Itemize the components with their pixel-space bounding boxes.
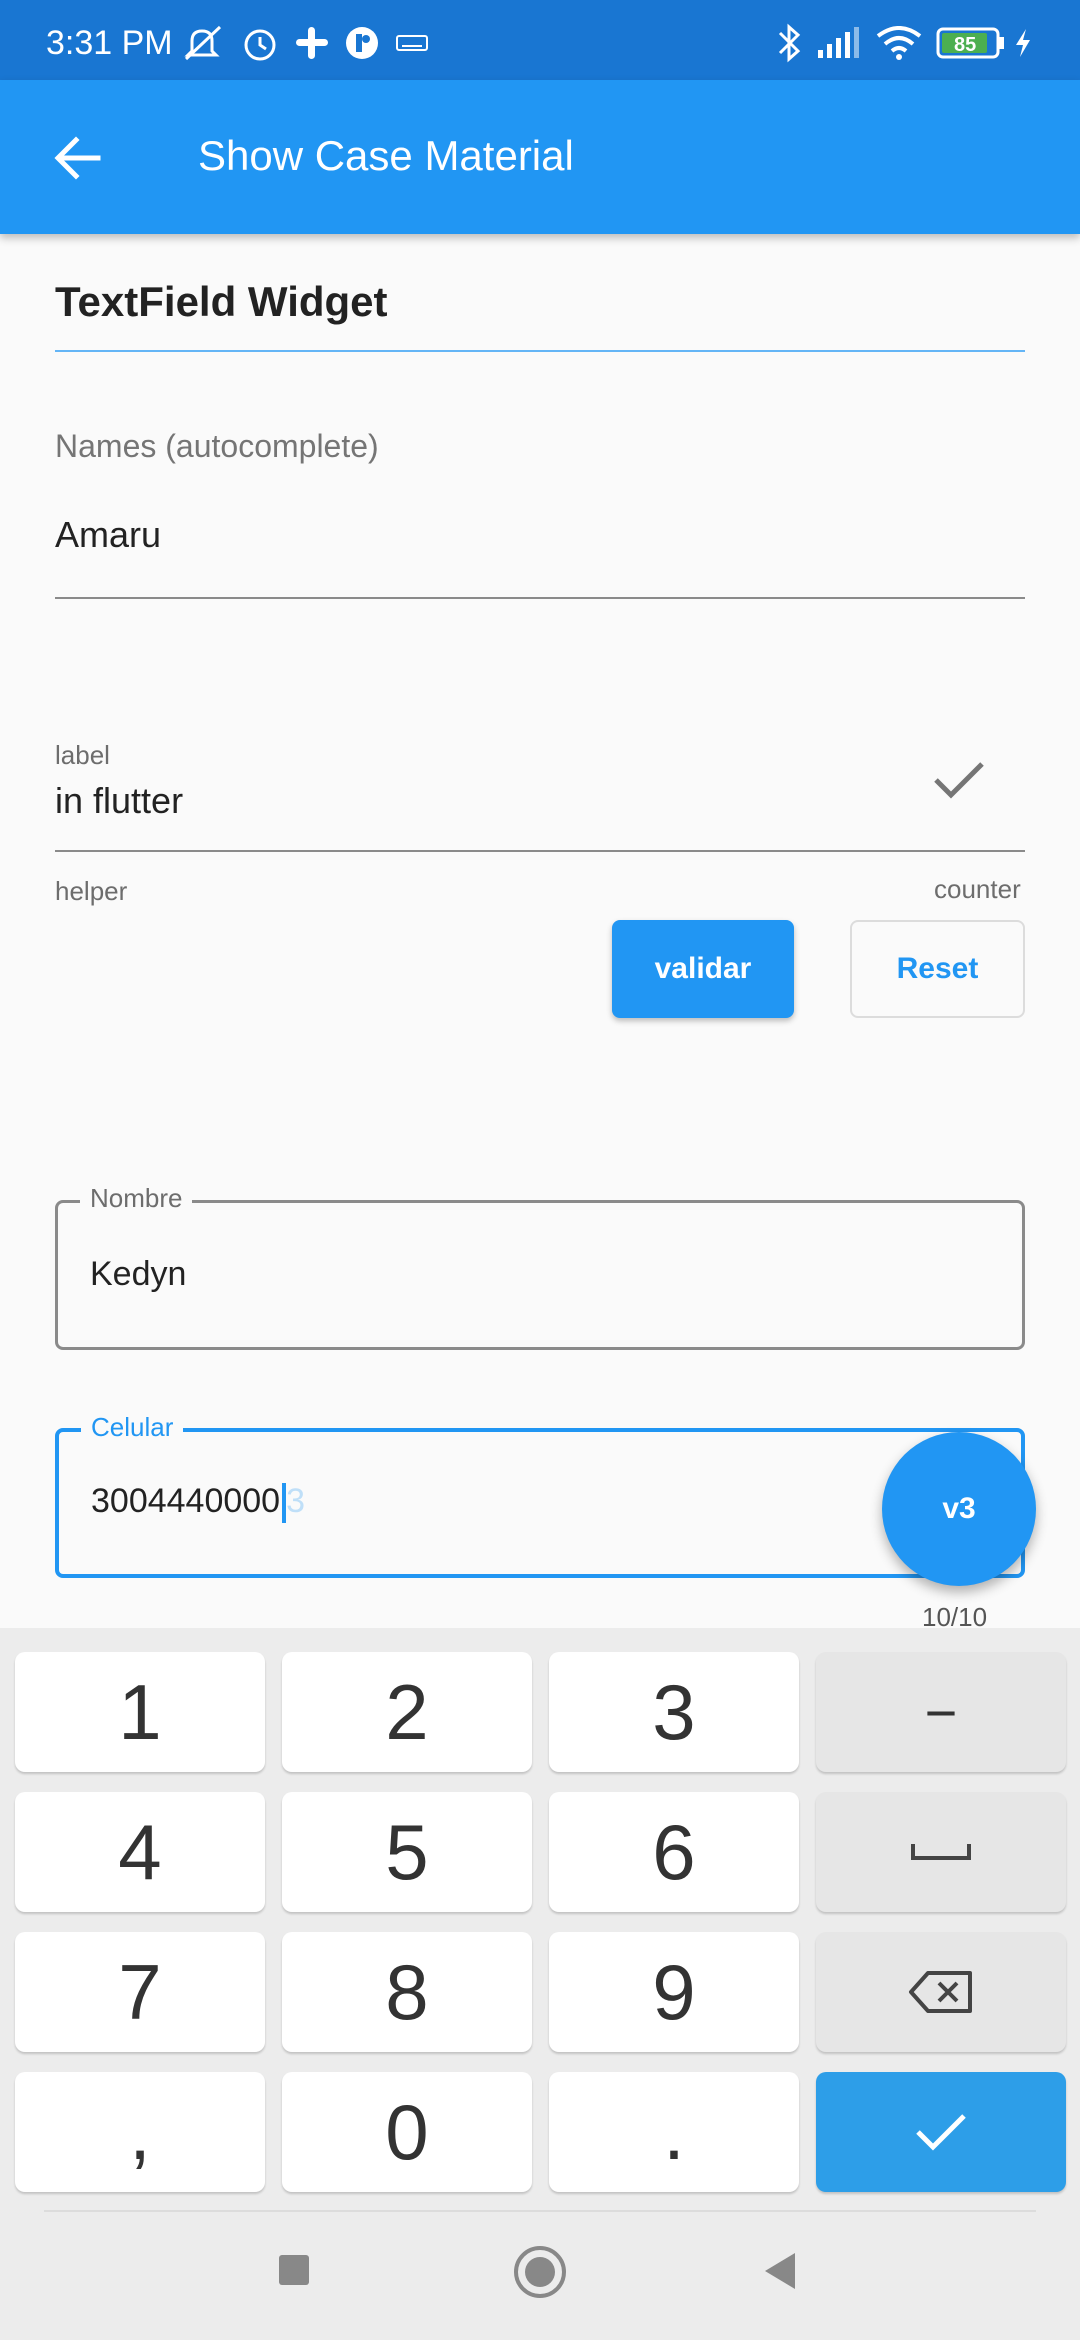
autocomplete-value[interactable]: Amaru [55, 514, 161, 556]
recents-button[interactable] [274, 2250, 314, 2290]
charging-icon [1012, 28, 1034, 58]
key-4[interactable]: 4 [15, 1792, 265, 1912]
key-0[interactable]: 0 [282, 2072, 532, 2192]
key-minus[interactable]: − [816, 1652, 1066, 1772]
validar-button[interactable]: validar [612, 920, 794, 1018]
keyboard-icon [396, 28, 428, 58]
key-6[interactable]: 6 [549, 1792, 799, 1912]
alarm-icon [240, 28, 280, 61]
status-time: 3:31 PM [46, 24, 173, 62]
signal-icon [816, 27, 860, 58]
space-icon [911, 1844, 971, 1860]
celular-value: 3004440000 [91, 1482, 281, 1520]
mute-icon [180, 25, 226, 61]
celular-value-wrapper[interactable]: 3004440000 3 [91, 1482, 306, 1524]
check-icon [930, 756, 988, 804]
version-fab-button[interactable]: v3 [882, 1432, 1036, 1586]
nombre-label: Nombre [80, 1183, 193, 1214]
celular-field[interactable]: Celular 3004440000 3 [55, 1412, 1025, 1578]
celular-ghost-digit: 3 [286, 1482, 306, 1520]
battery-level: 85 [954, 34, 977, 56]
back-arrow-icon[interactable] [50, 130, 106, 186]
autocomplete-underline [55, 597, 1025, 599]
key-7[interactable]: 7 [15, 1932, 265, 2052]
key-5[interactable]: 5 [282, 1792, 532, 1912]
square-icon [279, 2255, 309, 2285]
home-button[interactable] [512, 2244, 568, 2300]
key-2[interactable]: 2 [282, 1652, 532, 1772]
key-1[interactable]: 1 [15, 1652, 265, 1772]
app-icon [344, 27, 380, 59]
key-3[interactable]: 3 [549, 1652, 799, 1772]
key-done[interactable] [816, 2072, 1066, 2192]
slack-icon [294, 27, 330, 59]
celular-label: Celular [81, 1412, 184, 1443]
backspace-icon [909, 1971, 972, 2013]
flutter-field-counter: counter [934, 874, 1021, 904]
keyboard-divider [44, 2210, 1036, 2212]
reset-button[interactable]: Reset [850, 920, 1025, 1018]
section-title: TextField Widget [55, 278, 388, 325]
flutter-field-value[interactable]: in flutter [55, 780, 183, 822]
nombre-field[interactable]: Nombre Kedyn [55, 1183, 1025, 1350]
nombre-value[interactable]: Kedyn [90, 1255, 186, 1294]
key-8[interactable]: 8 [282, 1932, 532, 2052]
key-backspace[interactable] [816, 1932, 1066, 2052]
key-9[interactable]: 9 [549, 1932, 799, 2052]
flutter-field-label: label [55, 740, 110, 770]
key-period[interactable]: . [549, 2072, 799, 2192]
triangle-back-icon [765, 2253, 795, 2289]
circle-icon [514, 2246, 566, 2298]
bluetooth-icon [776, 23, 802, 63]
status-bar: 3:31 PM 85 [0, 0, 1080, 80]
done-check-icon [916, 2114, 966, 2151]
flutter-field-helper: helper [55, 876, 128, 906]
app-bar: Show Case Material [0, 80, 1080, 234]
wifi-icon [876, 26, 922, 60]
autocomplete-label: Names (autocomplete) [55, 428, 379, 464]
back-button[interactable] [760, 2250, 800, 2292]
flutter-field-underline [55, 850, 1025, 852]
key-space[interactable] [816, 1792, 1066, 1912]
app-bar-title: Show Case Material [198, 132, 574, 179]
key-comma[interactable]: , [15, 2072, 265, 2192]
section-divider [55, 350, 1025, 352]
